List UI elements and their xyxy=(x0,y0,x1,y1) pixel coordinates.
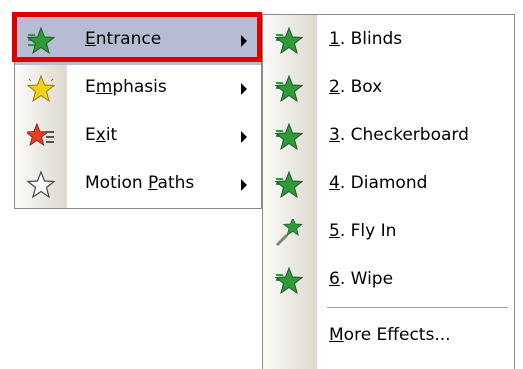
green-star-icon xyxy=(275,75,303,102)
menu-item-label: Entrance xyxy=(85,29,162,49)
submenu-item-diamond[interactable]: 4. Diamond xyxy=(263,161,514,209)
submenu-item-label: 6. Wipe xyxy=(329,269,394,289)
submenu-item-label: 3. Checkerboard xyxy=(329,125,469,145)
menu-item-motion-paths[interactable]: Motion Paths xyxy=(15,161,261,209)
submenu-item-label: 2. Box xyxy=(329,77,383,97)
submenu-arrow-icon xyxy=(241,131,247,143)
exit-star-icon xyxy=(27,123,54,146)
entrance-star-icon xyxy=(27,27,55,54)
submenu-arrow-icon xyxy=(241,179,247,191)
submenu-arrow-icon xyxy=(241,83,247,95)
emphasis-star-icon xyxy=(27,75,55,102)
submenu-item-label: 1. Blinds xyxy=(329,29,403,49)
green-star-icon xyxy=(275,123,303,150)
menu-item-entrance[interactable]: Entrance xyxy=(15,17,261,65)
submenu-item-blinds[interactable]: 1. Blinds xyxy=(263,17,514,65)
green-star-icon xyxy=(275,27,303,54)
submenu-item-checkerboard[interactable]: 3. Checkerboard xyxy=(263,113,514,161)
fly-in-star-icon xyxy=(275,219,303,247)
menu-item-label: Motion Paths xyxy=(85,173,195,193)
motion-path-star-icon xyxy=(27,171,55,198)
menu-item-exit[interactable]: Exit xyxy=(15,113,261,161)
submenu-item-box[interactable]: 2. Box xyxy=(263,65,514,113)
submenu-item-more-effects[interactable]: More Effects... xyxy=(263,313,514,361)
submenu-item-fly-in[interactable]: 5. Fly In xyxy=(263,209,514,257)
animation-menu: Entrance Emphasis Exit Motion Paths xyxy=(14,14,262,209)
submenu-item-wipe[interactable]: 6. Wipe xyxy=(263,257,514,305)
green-star-icon xyxy=(275,267,303,294)
submenu-item-label: More Effects... xyxy=(329,325,451,345)
submenu-arrow-icon xyxy=(241,35,247,47)
menu-item-emphasis[interactable]: Emphasis xyxy=(15,65,261,113)
menu-item-label: Exit xyxy=(85,125,118,145)
submenu-item-label: 4. Diamond xyxy=(329,173,428,193)
submenu-item-label: 5. Fly In xyxy=(329,221,397,241)
menu-separator xyxy=(327,307,508,308)
green-star-icon xyxy=(275,171,303,198)
menu-item-label: Emphasis xyxy=(85,77,167,97)
entrance-submenu: 1. Blinds 2. Box 3. Checkerboard 4. Diam… xyxy=(262,14,515,369)
